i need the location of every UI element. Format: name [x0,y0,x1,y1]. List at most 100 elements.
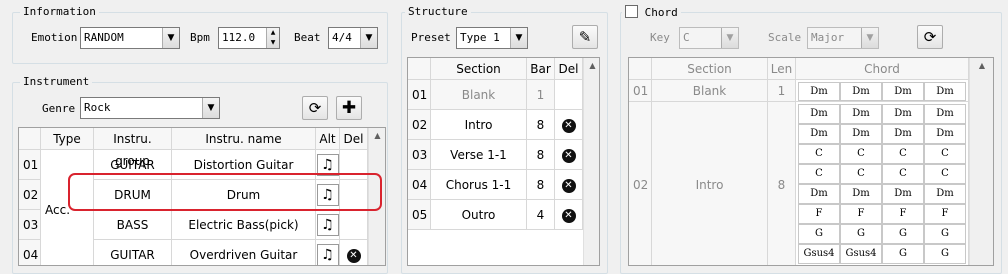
section-cell[interactable]: Intro [431,110,527,140]
instru-name-cell[interactable]: Overdriven Guitar [172,240,316,265]
emotion-select[interactable]: RANDOM ▼ [80,27,180,49]
key-select[interactable]: C ▼ [679,27,739,49]
row-number: 04 [408,170,431,200]
preset-value: Type 1 [460,31,500,44]
chord-cell[interactable]: Dm [840,124,882,144]
bpm-label: Bpm [190,31,210,44]
delete-circle-icon[interactable]: ✕ [561,119,576,133]
chord-cell[interactable]: Dm [882,82,924,101]
instru-group-cell[interactable]: BASS [94,210,172,240]
emotion-label: Emotion [31,31,78,44]
delete-circle-icon[interactable]: ✕ [346,249,361,263]
chord-cell[interactable]: Dm [924,104,966,124]
chord-cell[interactable]: C [924,164,966,184]
chord-cell[interactable]: Dm [840,82,882,101]
chord-grid-blank: Dm Dm Dm Dm [796,80,969,102]
bar-cell[interactable]: 1 [527,80,555,110]
chord-checkbox[interactable] [625,5,638,18]
chord-cell[interactable]: Dm [924,124,966,144]
instru-group-cell[interactable]: GUITAR [94,240,172,265]
scroll-up-icon[interactable]: ▲ [369,128,385,144]
structure-scrollbar[interactable]: ▲ [583,58,599,265]
chord-cell[interactable]: Dm [840,104,882,124]
scale-value: Major [811,31,845,44]
row-number: 02 [629,102,652,265]
chord-cell[interactable]: Dm [924,184,966,204]
del-cell: ✕ [555,110,583,140]
chord-cell[interactable]: Dm [882,124,924,144]
add-instrument-button[interactable]: ✚ [336,96,362,120]
bar-cell[interactable]: 8 [527,110,555,140]
genre-select[interactable]: Rock ▼ [80,97,220,119]
col-alt: Alt [316,128,340,150]
scroll-up-icon[interactable]: ▲ [970,58,993,74]
structure-title: Structure [405,5,471,18]
chord-cell[interactable]: C [798,144,840,164]
chord-cell[interactable]: Dm [798,124,840,144]
chord-cell[interactable]: G [798,224,840,244]
scroll-up-icon[interactable]: ▲ [584,58,599,74]
chord-cell[interactable]: G [882,244,924,264]
chord-cell[interactable]: C [882,144,924,164]
chord-cell[interactable]: C [798,164,840,184]
refresh-chord-button[interactable]: ⟳ [917,25,943,49]
bar-cell[interactable]: 4 [527,200,555,230]
chord-cell[interactable]: Dm [798,104,840,124]
delete-circle-icon[interactable]: ✕ [561,149,576,163]
information-title: Information [20,5,99,18]
chord-cell[interactable]: G [840,224,882,244]
col-del: Del [340,128,368,150]
chord-cell[interactable]: F [840,204,882,224]
section-cell[interactable]: Outro [431,200,527,230]
chord-scrollbar[interactable]: ▲ [969,58,993,265]
music-note-icon[interactable]: ♫ [316,244,339,265]
chord-cell[interactable]: Dm [798,184,840,204]
refresh-icon: ⟳ [308,99,322,117]
bar-cell[interactable]: 8 [527,170,555,200]
chord-cell[interactable]: Dm [924,82,966,101]
chord-cell[interactable]: Gsus4 [840,244,882,264]
instrument-header-corner [19,128,41,150]
refresh-instrument-button[interactable]: ⟳ [302,96,328,120]
chord-cell[interactable]: C [840,164,882,184]
chevron-down-icon: ▼ [861,28,878,48]
alt-cell: ♫ [316,210,340,240]
music-note-icon[interactable]: ♫ [316,214,339,236]
scale-label: Scale [768,31,802,44]
chord-cell[interactable]: C [840,144,882,164]
beat-select[interactable]: 4/4 ▼ [328,27,378,49]
chord-cell[interactable]: G [882,224,924,244]
edit-structure-button[interactable]: ✎ [572,25,598,49]
chord-cell[interactable]: Gsus4 [798,244,840,264]
chord-cell[interactable]: F [924,204,966,224]
chord-cell[interactable]: G [924,244,966,264]
preset-select[interactable]: Type 1 ▼ [456,27,528,49]
chord-cell[interactable]: G [924,224,966,244]
scale-select[interactable]: Major ▼ [807,27,879,49]
chord-cell[interactable]: Dm [882,104,924,124]
chord-cell[interactable]: Dm [798,82,840,101]
chord-cell[interactable]: F [798,204,840,224]
instru-name-cell[interactable]: Electric Bass(pick) [172,210,316,240]
chord-cell[interactable]: C [882,164,924,184]
refresh-icon: ⟳ [923,28,937,46]
delete-circle-icon[interactable]: ✕ [561,209,576,223]
section-cell[interactable]: Blank [431,80,527,110]
bpm-spinbox[interactable]: 112.0 ▲ ▼ [218,27,280,49]
chord-cell[interactable]: Dm [840,184,882,204]
structure-header-corner [408,58,431,80]
delete-circle-icon[interactable]: ✕ [561,179,576,193]
section-cell[interactable]: Verse 1-1 [431,140,527,170]
section-cell[interactable]: Chorus 1-1 [431,170,527,200]
chord-cell[interactable]: F [882,204,924,224]
del-cell: ✕ [555,200,583,230]
bar-cell[interactable]: 8 [527,140,555,170]
chord-cell[interactable]: C [924,144,966,164]
type-label: Acc. [45,203,71,217]
beat-label: Beat [294,31,321,44]
spin-arrows-icon[interactable]: ▲ ▼ [266,28,279,48]
row-number: 01 [629,80,652,102]
emotion-value: RANDOM [84,31,124,44]
chord-cell[interactable]: Dm [882,184,924,204]
col-del: Del [555,58,583,80]
